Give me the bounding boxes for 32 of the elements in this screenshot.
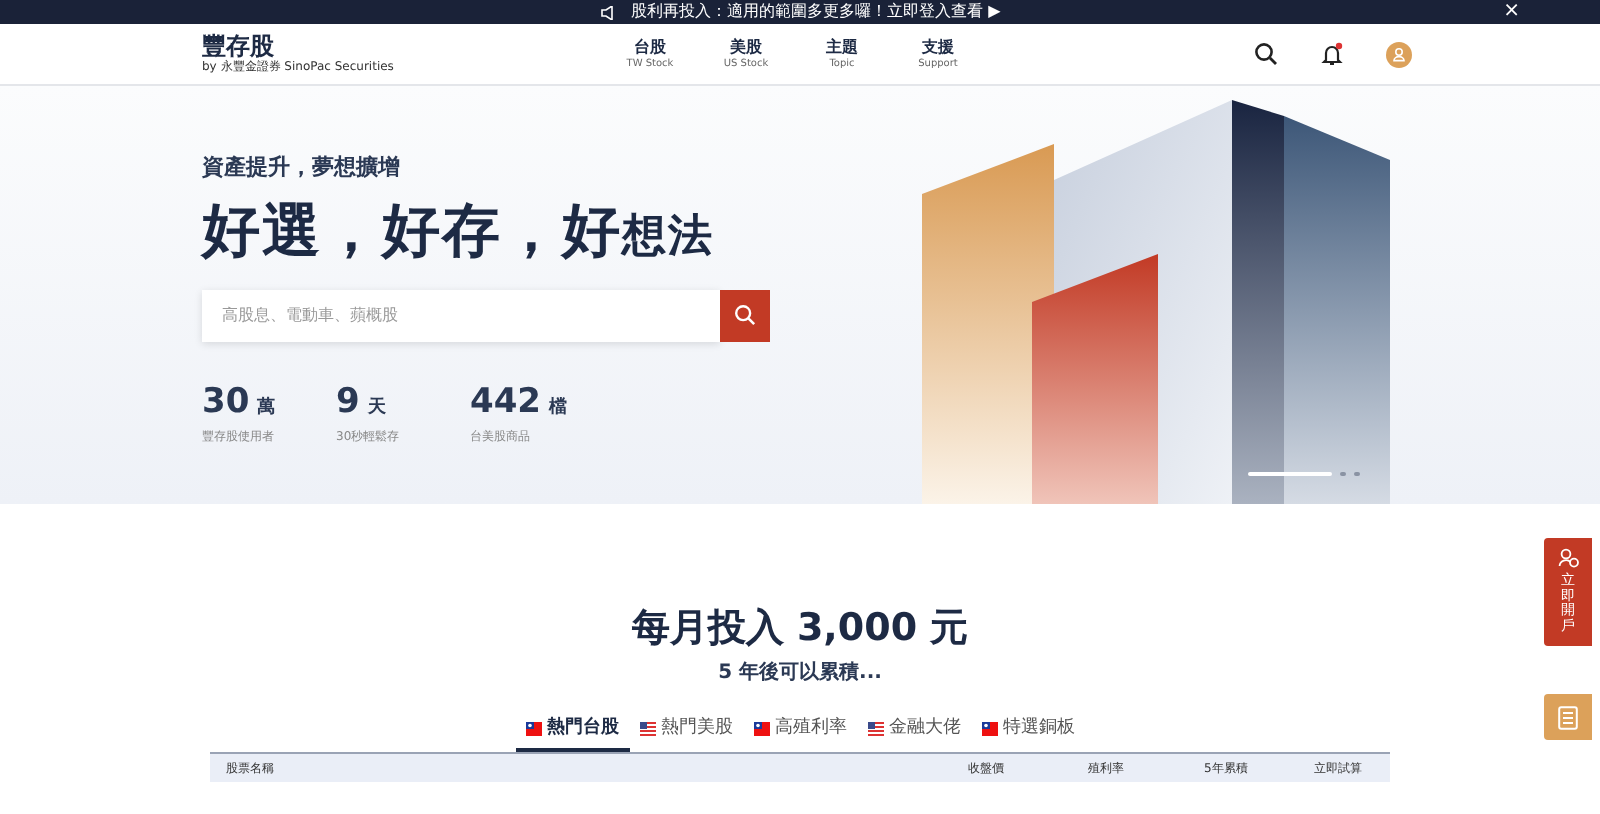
megaphone-icon [599, 5, 616, 19]
stat-value: 442 檔 [470, 381, 569, 425]
document-icon [1558, 705, 1578, 729]
tab[interactable]: 金融大佬 [857, 711, 971, 752]
calculator-button[interactable] [1544, 694, 1592, 740]
stat-value: 9 天 [336, 381, 388, 425]
flag-icon [981, 721, 997, 736]
stat-value: 30 萬 [202, 381, 278, 425]
carousel-indicator[interactable] [1340, 472, 1346, 476]
search-button[interactable] [720, 289, 770, 341]
user-add-icon [1557, 548, 1579, 568]
tab[interactable]: 特選銅板 [971, 711, 1085, 752]
search-icon[interactable] [1254, 42, 1278, 66]
tab[interactable]: 熱門美股 [629, 711, 743, 752]
tab[interactable]: 高殖利率 [743, 711, 857, 752]
notification-bell-icon[interactable] [1320, 42, 1344, 66]
carousel-indicator[interactable] [1354, 472, 1360, 476]
search-field[interactable]: 高股息、電動車、蘋概股 [202, 289, 720, 341]
flag-icon [525, 721, 541, 736]
section-title: 每月投入 3,000 元 [631, 604, 969, 654]
brand-logo[interactable]: 豐存股 [202, 34, 602, 60]
carousel-indicator[interactable] [1248, 472, 1332, 476]
flag-icon [639, 721, 655, 736]
flag-icon [753, 721, 769, 736]
section-subtitle: 5 年後可以累積... [718, 659, 882, 687]
flag-icon [867, 721, 883, 736]
hero-headline: 好選，好存，好想法 [202, 193, 716, 267]
user-avatar-icon[interactable] [1386, 41, 1412, 67]
hero-subtitle: 資產提升，夢想擴增 [202, 152, 402, 184]
search-icon [734, 304, 756, 326]
close-button[interactable]: × [1503, 0, 1520, 24]
announcement-link[interactable]: 股利再投入：適用的範圍多更多囉！立即登入查看 ▶ [631, 0, 1001, 24]
